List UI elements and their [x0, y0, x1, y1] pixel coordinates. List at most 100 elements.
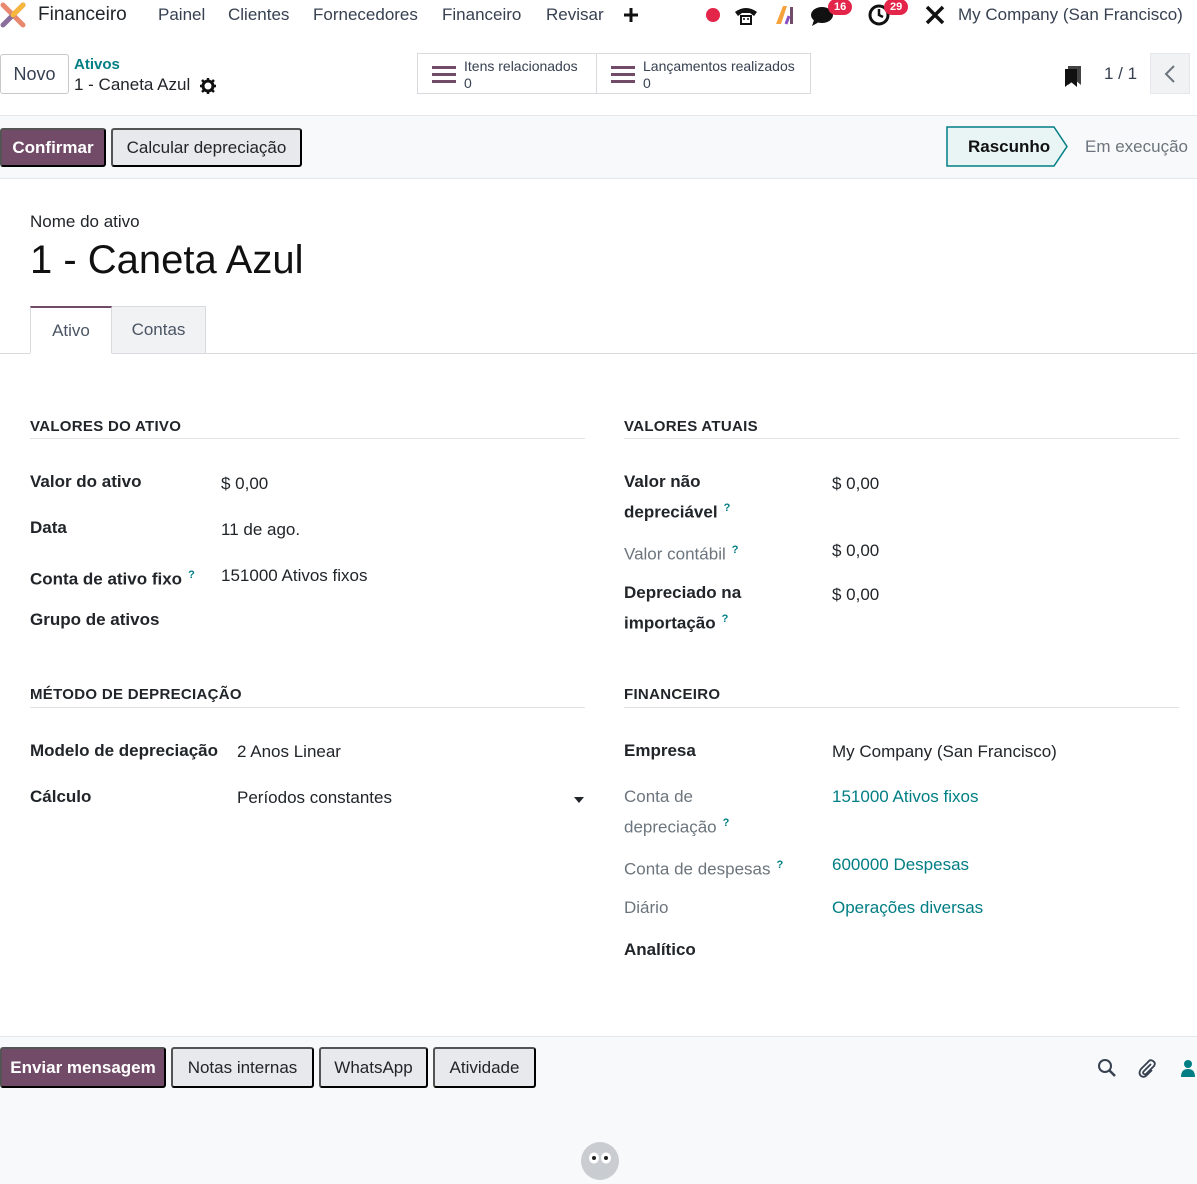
breadcrumb-current: 1 - Caneta Azul — [74, 75, 191, 94]
depreciation-model-field[interactable]: 2 Anos Linear — [237, 742, 341, 762]
activity-button[interactable]: Atividade — [433, 1047, 536, 1088]
whatsapp-label: WhatsApp — [334, 1057, 413, 1077]
help-tooltip-icon[interactable]: ? — [723, 817, 730, 829]
book-value-field: $ 0,00 — [832, 541, 880, 560]
computation-select[interactable]: Períodos constantes — [237, 788, 392, 808]
app-name[interactable]: Financeiro — [38, 4, 127, 26]
computation-label: Cálculo — [30, 787, 92, 806]
apps-menu-icon[interactable] — [0, 2, 26, 28]
section-divider — [624, 438, 1179, 439]
internal-notes-label: Notas internas — [187, 1057, 298, 1077]
section-divider — [30, 707, 585, 708]
help-tooltip-icon[interactable]: ? — [777, 859, 784, 871]
chevron-left-icon — [1164, 65, 1175, 83]
journal-link[interactable]: Operações diversas — [832, 898, 983, 918]
asset-value-label: Valor do ativo — [30, 472, 142, 491]
bookmark-icon[interactable] — [1064, 65, 1082, 87]
non-depreciable-value-label-l2: depreciável — [624, 502, 718, 522]
send-message-button[interactable]: Enviar mensagem — [0, 1047, 166, 1088]
caret-down-icon[interactable] — [574, 797, 584, 803]
section-current-values-title: VALORES ATUAIS — [624, 418, 758, 435]
date-field[interactable]: 11 de ago. — [221, 520, 300, 540]
non-depreciable-value-label: Valor não depreciável? — [624, 469, 730, 526]
section-divider — [624, 707, 1179, 708]
stage-current-label: Rascunho — [968, 137, 1051, 156]
breadcrumb-parent[interactable]: Ativos — [74, 56, 120, 73]
activity-label: Atividade — [449, 1057, 520, 1077]
recording-dot-icon[interactable] — [704, 3, 722, 27]
posted-entries-label: Lançamentos realizados — [643, 58, 795, 74]
related-items-label: Itens relacionados — [464, 58, 578, 74]
date-label: Data — [30, 518, 67, 537]
non-depreciable-value-field[interactable]: $ 0,00 — [832, 474, 879, 494]
depreciation-account-link[interactable]: 151000 Ativos fixos — [832, 787, 978, 807]
imported-depreciation-label-l2: importação — [624, 613, 716, 633]
fixed-asset-account-label: Conta de ativo fixo? — [30, 562, 195, 593]
messages-badge: 16 — [828, 0, 853, 15]
section-depreciation-method-title: MÉTODO DE DEPRECIAÇÃO — [30, 686, 242, 703]
menu-revisar[interactable]: Revisar — [546, 5, 604, 25]
phone-icon[interactable] — [733, 3, 759, 27]
pager-value[interactable]: 1 / 1 — [1104, 64, 1137, 84]
company-field[interactable]: My Company (San Francisco) — [832, 742, 1057, 762]
section-divider — [30, 438, 585, 439]
list-icon — [432, 66, 456, 83]
top-navbar: Financeiro Painel Clientes Fornecedores … — [0, 0, 1197, 32]
confirm-button[interactable]: Confirmar — [0, 128, 106, 167]
list-icon — [611, 66, 635, 83]
plus-icon[interactable] — [623, 3, 639, 27]
asset-value-field[interactable]: $ 0,00 — [221, 474, 268, 494]
new-button[interactable]: Novo — [0, 54, 69, 94]
book-value-label-text: Valor contábil — [624, 544, 726, 564]
related-items-button[interactable]: Itens relacionados 0 — [417, 53, 597, 94]
internal-notes-button[interactable]: Notas internas — [171, 1047, 314, 1088]
pager-previous-button[interactable] — [1150, 53, 1190, 94]
menu-fornecedores[interactable]: Fornecedores — [313, 5, 418, 25]
company-label: Empresa — [624, 741, 696, 760]
paperclip-icon[interactable] — [1137, 1058, 1157, 1078]
help-tooltip-icon[interactable]: ? — [188, 569, 195, 581]
debug-tools-icon[interactable] — [924, 3, 946, 27]
asset-group-label: Grupo de ativos — [30, 610, 160, 629]
control-panel: Novo Ativos 1 - Caneta Azul Itens relaci… — [0, 32, 1197, 116]
fixed-asset-account-field[interactable]: 151000 Ativos fixos — [221, 566, 367, 586]
section-asset-values-title: VALORES DO ATIVO — [30, 418, 182, 435]
menu-painel[interactable]: Painel — [158, 5, 205, 25]
gear-icon[interactable] — [200, 78, 216, 94]
tab-ativo[interactable]: Ativo — [30, 306, 112, 354]
status-bar: Confirmar Calcular depreciação Rascunho … — [0, 116, 1197, 179]
imported-depreciation-label-l1: Depreciado na — [624, 583, 742, 602]
analytic-label: Analítico — [624, 940, 696, 959]
followers-icon[interactable] — [1179, 1058, 1197, 1078]
imported-depreciation-label: Depreciado na importação? — [624, 580, 741, 637]
expense-account-label-text: Conta de despesas — [624, 859, 771, 879]
compute-depreciation-button[interactable]: Calcular depreciação — [111, 128, 302, 167]
ai-icon[interactable] — [774, 3, 796, 27]
expense-account-link[interactable]: 600000 Despesas — [832, 855, 969, 875]
help-tooltip-icon[interactable]: ? — [724, 502, 731, 514]
depreciation-account-label-l1: Conta de — [624, 787, 693, 806]
non-depreciable-value-label-l1: Valor não — [624, 472, 701, 491]
compute-depreciation-label: Calcular depreciação — [126, 137, 287, 157]
menu-clientes[interactable]: Clientes — [228, 5, 289, 25]
activities-badge: 29 — [884, 0, 909, 15]
journal-label: Diário — [624, 898, 669, 917]
imported-depreciation-field[interactable]: $ 0,00 — [832, 585, 879, 605]
help-tooltip-icon[interactable]: ? — [732, 544, 739, 556]
stage-next[interactable]: Em execução — [1085, 137, 1188, 157]
depreciation-account-label-l2: depreciação — [624, 817, 717, 837]
posted-entries-button[interactable]: Lançamentos realizados 0 — [596, 53, 811, 94]
posted-entries-count: 0 — [643, 75, 651, 91]
help-tooltip-icon[interactable]: ? — [722, 613, 729, 625]
odoobot-avatar-icon[interactable] — [580, 1141, 620, 1181]
tab-contas[interactable]: Contas — [111, 306, 206, 354]
company-switcher[interactable]: My Company (San Francisco) — [958, 5, 1183, 25]
fixed-asset-account-label-text: Conta de ativo fixo — [30, 569, 183, 589]
whatsapp-button[interactable]: WhatsApp — [319, 1047, 428, 1088]
book-value-label: Valor contábil? — [624, 537, 738, 568]
asset-name-field[interactable]: 1 - Caneta Azul — [30, 238, 304, 283]
menu-financeiro[interactable]: Financeiro — [442, 5, 521, 25]
search-icon[interactable] — [1097, 1058, 1117, 1078]
depreciation-account-label: Conta de depreciação? — [624, 784, 729, 841]
related-items-count: 0 — [464, 75, 472, 91]
